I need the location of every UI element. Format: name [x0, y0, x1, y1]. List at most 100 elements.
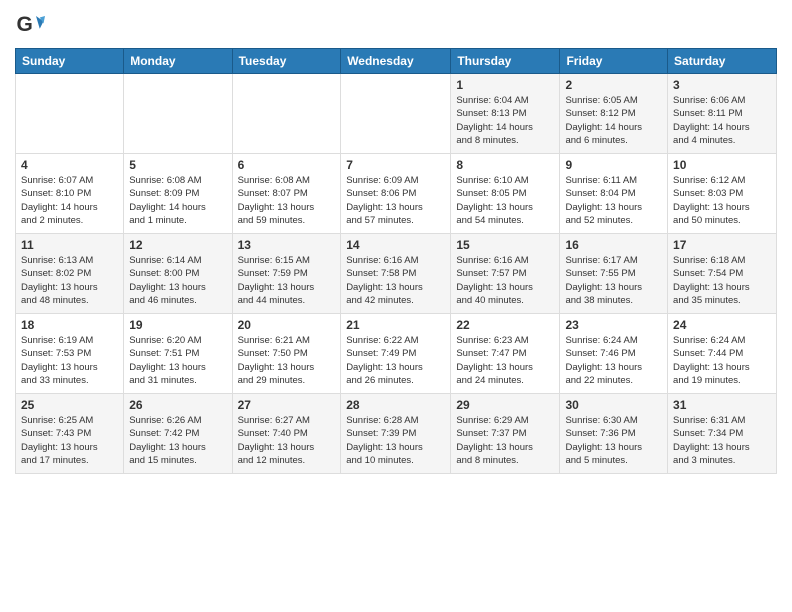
day-number: 23 [565, 318, 662, 332]
calendar-cell: 22 Sunrise: 6:23 AM Sunset: 7:47 PM Dayli… [451, 314, 560, 394]
calendar-week-1: 1Sunrise: 6:04 AM Sunset: 8:13 PM Daylig… [16, 74, 777, 154]
day-number: 19 [129, 318, 226, 332]
day-number: 7 [346, 158, 445, 172]
day-header-monday: Monday [124, 49, 232, 74]
day-number: 6 [238, 158, 336, 172]
calendar-cell: 28 Sunrise: 6:28 AM Sunset: 7:39 PM Dayli… [341, 394, 451, 474]
day-header-thursday: Thursday [451, 49, 560, 74]
calendar-cell: 29 Sunrise: 6:29 AM Sunset: 7:37 PM Dayli… [451, 394, 560, 474]
calendar-cell: 5 Sunrise: 6:08 AM Sunset: 8:09 PM Daylig… [124, 154, 232, 234]
day-info: Sunrise: 6:24 AM Sunset: 7:44 PM Dayligh… [673, 335, 750, 386]
day-header-tuesday: Tuesday [232, 49, 341, 74]
calendar-cell: 25 Sunrise: 6:25 AM Sunset: 7:43 PM Dayli… [16, 394, 124, 474]
day-number: 17 [673, 238, 771, 252]
calendar-cell: 6 Sunrise: 6:08 AM Sunset: 8:07 PM Daylig… [232, 154, 341, 234]
day-number: 25 [21, 398, 118, 412]
day-number: 4 [21, 158, 118, 172]
day-header-sunday: Sunday [16, 49, 124, 74]
calendar-cell: 14 Sunrise: 6:16 AM Sunset: 7:58 PM Dayli… [341, 234, 451, 314]
calendar-cell: 17 Sunrise: 6:18 AM Sunset: 7:54 PM Dayli… [668, 234, 777, 314]
calendar-week-3: 11Sunrise: 6:13 AM Sunset: 8:02 PM Dayli… [16, 234, 777, 314]
day-number: 5 [129, 158, 226, 172]
day-info: Sunrise: 6:24 AM Sunset: 7:46 PM Dayligh… [565, 335, 642, 386]
day-info: Sunrise: 6:06 AM Sunset: 8:11 PM Dayligh… [673, 95, 750, 146]
day-number: 21 [346, 318, 445, 332]
day-info: Sunrise: 6:30 AM Sunset: 7:36 PM Dayligh… [565, 415, 642, 466]
calendar-body: 1Sunrise: 6:04 AM Sunset: 8:13 PM Daylig… [16, 74, 777, 474]
day-number: 18 [21, 318, 118, 332]
calendar-cell: 24Sunrise: 6:24 AM Sunset: 7:44 PM Dayli… [668, 314, 777, 394]
day-number: 28 [346, 398, 445, 412]
calendar-week-5: 25 Sunrise: 6:25 AM Sunset: 7:43 PM Dayli… [16, 394, 777, 474]
day-number: 3 [673, 78, 771, 92]
logo-icon: G [15, 10, 45, 40]
day-number: 31 [673, 398, 771, 412]
calendar-cell: 16Sunrise: 6:17 AM Sunset: 7:55 PM Dayli… [560, 234, 668, 314]
header: G [15, 10, 777, 40]
calendar-cell: 10 Sunrise: 6:12 AM Sunset: 8:03 PM Dayli… [668, 154, 777, 234]
day-info: Sunrise: 6:15 AM Sunset: 7:59 PM Dayligh… [238, 255, 315, 306]
day-header-saturday: Saturday [668, 49, 777, 74]
calendar-cell: 21 Sunrise: 6:22 AM Sunset: 7:49 PM Dayli… [341, 314, 451, 394]
day-number: 22 [456, 318, 554, 332]
day-info: Sunrise: 6:31 AM Sunset: 7:34 PM Dayligh… [673, 415, 750, 466]
day-info: Sunrise: 6:16 AM Sunset: 7:58 PM Dayligh… [346, 255, 423, 306]
day-header-friday: Friday [560, 49, 668, 74]
calendar-cell: 19 Sunrise: 6:20 AM Sunset: 7:51 PM Dayli… [124, 314, 232, 394]
calendar-cell: 27 Sunrise: 6:27 AM Sunset: 7:40 PM Dayli… [232, 394, 341, 474]
day-number: 2 [565, 78, 662, 92]
calendar-cell: 26 Sunrise: 6:26 AM Sunset: 7:42 PM Dayli… [124, 394, 232, 474]
day-number: 11 [21, 238, 118, 252]
day-info: Sunrise: 6:09 AM Sunset: 8:06 PM Dayligh… [346, 175, 423, 226]
day-info: Sunrise: 6:22 AM Sunset: 7:49 PM Dayligh… [346, 335, 423, 386]
day-number: 29 [456, 398, 554, 412]
calendar-cell: 30 Sunrise: 6:30 AM Sunset: 7:36 PM Dayli… [560, 394, 668, 474]
day-number: 27 [238, 398, 336, 412]
calendar-header: SundayMondayTuesdayWednesdayThursdayFrid… [16, 49, 777, 74]
calendar-week-4: 18Sunrise: 6:19 AM Sunset: 7:53 PM Dayli… [16, 314, 777, 394]
calendar-cell: 4 Sunrise: 6:07 AM Sunset: 8:10 PM Daylig… [16, 154, 124, 234]
day-info: Sunrise: 6:25 AM Sunset: 7:43 PM Dayligh… [21, 415, 98, 466]
day-info: Sunrise: 6:23 AM Sunset: 7:47 PM Dayligh… [456, 335, 533, 386]
calendar-cell: 18Sunrise: 6:19 AM Sunset: 7:53 PM Dayli… [16, 314, 124, 394]
calendar-cell: 11Sunrise: 6:13 AM Sunset: 8:02 PM Dayli… [16, 234, 124, 314]
day-info: Sunrise: 6:14 AM Sunset: 8:00 PM Dayligh… [129, 255, 206, 306]
day-info: Sunrise: 6:18 AM Sunset: 7:54 PM Dayligh… [673, 255, 750, 306]
day-info: Sunrise: 6:04 AM Sunset: 8:13 PM Dayligh… [456, 95, 533, 146]
day-number: 12 [129, 238, 226, 252]
day-number: 15 [456, 238, 554, 252]
day-info: Sunrise: 6:27 AM Sunset: 7:40 PM Dayligh… [238, 415, 315, 466]
calendar-cell [16, 74, 124, 154]
calendar-cell: 20Sunrise: 6:21 AM Sunset: 7:50 PM Dayli… [232, 314, 341, 394]
day-info: Sunrise: 6:17 AM Sunset: 7:55 PM Dayligh… [565, 255, 642, 306]
day-number: 30 [565, 398, 662, 412]
day-info: Sunrise: 6:10 AM Sunset: 8:05 PM Dayligh… [456, 175, 533, 226]
day-info: Sunrise: 6:16 AM Sunset: 7:57 PM Dayligh… [456, 255, 533, 306]
day-info: Sunrise: 6:08 AM Sunset: 8:07 PM Dayligh… [238, 175, 315, 226]
day-info: Sunrise: 6:12 AM Sunset: 8:03 PM Dayligh… [673, 175, 750, 226]
day-info: Sunrise: 6:21 AM Sunset: 7:50 PM Dayligh… [238, 335, 315, 386]
day-info: Sunrise: 6:29 AM Sunset: 7:37 PM Dayligh… [456, 415, 533, 466]
day-info: Sunrise: 6:05 AM Sunset: 8:12 PM Dayligh… [565, 95, 642, 146]
day-info: Sunrise: 6:20 AM Sunset: 7:51 PM Dayligh… [129, 335, 206, 386]
day-info: Sunrise: 6:26 AM Sunset: 7:42 PM Dayligh… [129, 415, 206, 466]
calendar-cell: 9 Sunrise: 6:11 AM Sunset: 8:04 PM Daylig… [560, 154, 668, 234]
calendar-cell: 23 Sunrise: 6:24 AM Sunset: 7:46 PM Dayli… [560, 314, 668, 394]
day-info: Sunrise: 6:11 AM Sunset: 8:04 PM Dayligh… [565, 175, 642, 226]
calendar-cell [341, 74, 451, 154]
calendar-cell: 15 Sunrise: 6:16 AM Sunset: 7:57 PM Dayli… [451, 234, 560, 314]
calendar-cell: 8Sunrise: 6:10 AM Sunset: 8:05 PM Daylig… [451, 154, 560, 234]
calendar-cell: 13 Sunrise: 6:15 AM Sunset: 7:59 PM Dayli… [232, 234, 341, 314]
day-info: Sunrise: 6:08 AM Sunset: 8:09 PM Dayligh… [129, 175, 206, 226]
logo: G [15, 10, 49, 40]
day-number: 14 [346, 238, 445, 252]
day-number: 13 [238, 238, 336, 252]
day-number: 10 [673, 158, 771, 172]
day-header-wednesday: Wednesday [341, 49, 451, 74]
calendar-cell: 3 Sunrise: 6:06 AM Sunset: 8:11 PM Daylig… [668, 74, 777, 154]
day-number: 26 [129, 398, 226, 412]
day-info: Sunrise: 6:28 AM Sunset: 7:39 PM Dayligh… [346, 415, 423, 466]
svg-text:G: G [17, 13, 33, 36]
day-number: 9 [565, 158, 662, 172]
day-info: Sunrise: 6:07 AM Sunset: 8:10 PM Dayligh… [21, 175, 98, 226]
